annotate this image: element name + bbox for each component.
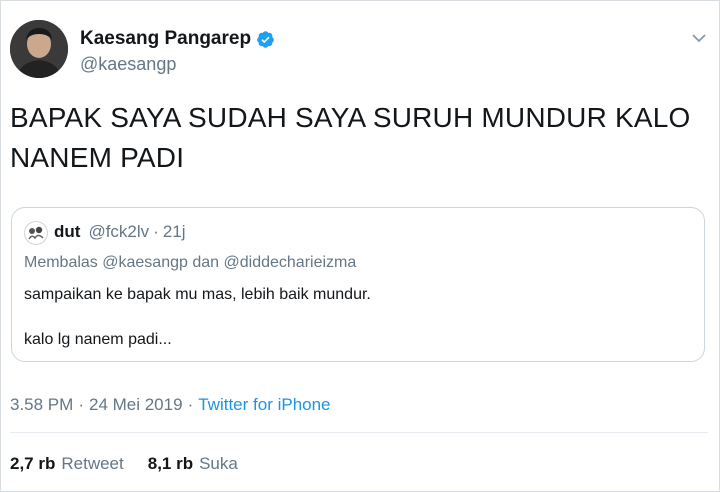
retweet-count: 2,7 rb [10,454,56,473]
meta-separator-1: · [78,395,84,414]
like-count: 8,1 rb [147,454,194,473]
quoted-handle[interactable]: @fck2lv [88,222,149,242]
reply-mention-1[interactable]: @kaesangp [102,254,188,271]
author-avatar[interactable] [10,20,68,78]
reply-mention-2[interactable]: @diddecharieizma [224,254,357,271]
tweet-text: BAPAK SAYA SUDAH SAYA SURUH MUNDUR KALO … [10,102,691,173]
quoted-text-line-2: kalo lg nanem padi... [24,331,172,348]
tweet-metadata: 3.58 PM · 24 Mei 2019 · Twitter for iPho… [10,395,331,415]
like-label: Suka [199,454,238,473]
quoted-avatar-image [28,226,44,240]
retweet-label: Retweet [61,454,124,473]
author-handle[interactable]: @kaesangp [80,54,176,75]
quoted-tweet[interactable]: dut @fck2lv · 21j Membalas @kaesangp dan… [11,207,705,362]
tweet-stats: 2,7 rb Retweet 8,1 rb Suka [10,454,238,474]
avatar-photo [10,20,68,78]
reply-joiner: dan [192,254,220,271]
quoted-avatar[interactable] [24,221,48,245]
chevron-down-icon[interactable] [692,30,706,43]
tweet-time[interactable]: 3.58 PM [10,395,73,415]
tweet-date[interactable]: 24 Mei 2019 [89,395,183,415]
meta-separator-2: · [187,395,194,414]
reply-prefix: Membalas [24,254,98,271]
divider [10,432,708,433]
tweet-source-link[interactable]: Twitter for iPhone [198,395,330,415]
like-stat[interactable]: 8,1 rb Suka [148,454,238,474]
quoted-reply-context: Membalas @kaesangp dan @diddecharieizma [24,254,356,272]
author-name-row: Kaesang Pangarep [80,28,275,50]
verified-badge-icon [256,30,275,49]
quoted-separator: · [153,222,159,241]
author-name[interactable]: Kaesang Pangarep [80,28,251,50]
quoted-time[interactable]: 21j [163,222,186,242]
quoted-text-line-1: sampaikan ke bapak mu mas, lebih baik mu… [24,286,371,303]
quoted-name[interactable]: dut [54,222,80,242]
retweet-stat[interactable]: 2,7 rb Retweet [10,454,124,474]
quoted-header: dut @fck2lv · 21j [54,222,186,242]
